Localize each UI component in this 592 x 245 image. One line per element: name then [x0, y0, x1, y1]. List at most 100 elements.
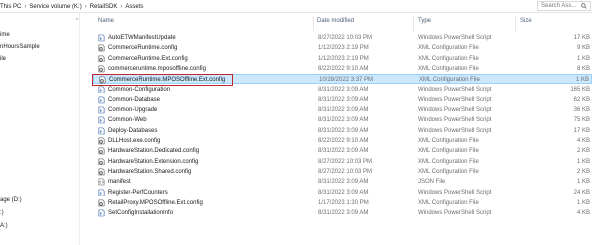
file-name-cell[interactable]: manifest [98, 178, 131, 186]
config-icon [98, 199, 105, 207]
navigation-pane[interactable]: ime nHoursSample ile age (D:) :) A:) [0, 13, 80, 245]
file-name-cell[interactable]: HardwareStation.Dedicated.config [98, 147, 199, 155]
file-name-cell[interactable]: commerceruntime.mposoffline.config [98, 65, 206, 73]
nav-item[interactable]: ile [0, 56, 6, 62]
column-header-size[interactable]: Size [520, 18, 532, 30]
chevron-right-icon[interactable]: › [24, 4, 26, 10]
file-name-cell[interactable]: Common-Upgrade [98, 106, 157, 114]
file-row[interactable]: CommerceRuntime.Ext.config 1/12/2023 2:19… [93, 54, 592, 64]
file-name[interactable]: Common-Web [108, 116, 147, 124]
column-header-name[interactable]: Name [98, 18, 114, 30]
nav-item[interactable]: :) [0, 210, 4, 216]
breadcrumb-this-pc[interactable]: This PC [0, 4, 21, 10]
file-name-cell[interactable]: CommerceRuntime.Ext.config [98, 55, 188, 63]
column-divider[interactable] [413, 17, 414, 31]
file-row[interactable]: AutoETWManifestUpdate 8/27/2022 10:03 PM W… [93, 33, 592, 43]
file-name[interactable]: Common-Configuration [108, 86, 170, 94]
file-row[interactable]: DLLHost.exe.config 8/22/2022 9:10 AM XML C… [93, 136, 592, 146]
nav-item[interactable]: A:) [0, 223, 8, 229]
file-date: 8/31/2022 3:09 AM [318, 148, 369, 155]
file-name-cell[interactable]: HardwareStation.Extension.config [98, 158, 198, 166]
file-name-cell[interactable]: Common-Configuration [98, 86, 170, 94]
file-date: 8/27/2022 10:03 PM [318, 158, 373, 165]
chevron-right-icon[interactable]: › [120, 4, 122, 10]
file-type: XML Configuration File [418, 158, 479, 165]
file-row-selected[interactable]: CommerceRuntime.MPOSOffline.Ext.config 10… [93, 74, 592, 85]
file-date: 1/12/2023 2:19 PM [318, 55, 369, 62]
file-name-cell[interactable]: CommerceRuntime.config [98, 44, 177, 52]
config-icon [98, 137, 105, 145]
file-name[interactable]: Common-Upgrade [108, 106, 157, 114]
file-name[interactable]: CommerceRuntime.config [108, 44, 177, 52]
file-row[interactable]: CommerceRuntime.config 1/12/2023 2:19 PM X… [93, 43, 592, 53]
chevron-up-icon[interactable] [75, 17, 79, 21]
search-box[interactable]: Search Ass... [537, 1, 591, 11]
file-type: Windows PowerShell Script [418, 117, 492, 124]
file-row[interactable]: HardwareStation.Extension.config 8/27/202… [93, 157, 592, 167]
file-name-cell[interactable]: AutoETWManifestUpdate [98, 34, 176, 42]
file-name[interactable]: Common-Database [108, 96, 160, 104]
file-row[interactable]: Common-Database 8/31/2022 3:09 AM Windows … [93, 95, 592, 105]
breadcrumb-assets[interactable]: Assets [125, 4, 143, 10]
file-name-cell[interactable]: HardwareStation.Shared.config [98, 168, 191, 176]
file-date: 8/31/2022 3:09 AM [318, 117, 369, 124]
chevron-right-icon[interactable]: › [85, 4, 87, 10]
file-name[interactable]: CommerceRuntime.MPOSOffline.Ext.config [109, 76, 225, 84]
file-name[interactable]: HardwareStation.Dedicated.config [108, 147, 199, 155]
file-name-cell[interactable]: CommerceRuntime.MPOSOffline.Ext.config [99, 76, 225, 84]
file-name[interactable]: AutoETWManifestUpdate [108, 34, 176, 42]
search-input[interactable]: Search Ass... [541, 3, 576, 9]
breadcrumb-service-volume[interactable]: Service volume (K:) [29, 4, 81, 10]
column-header-date[interactable]: Date modified [317, 18, 354, 30]
file-name[interactable]: SetConfigInstallationInfo [108, 209, 173, 217]
file-name[interactable]: Deploy-Databases [108, 127, 157, 135]
file-row[interactable]: Register-PerfCounters 8/31/2022 3:09 AM Wi… [93, 188, 592, 198]
file-type: XML Configuration File [418, 55, 479, 62]
nav-item[interactable]: age (D:) [0, 197, 22, 203]
file-row[interactable]: commerceruntime.mposoffline.config 8/22/2… [93, 64, 592, 74]
column-divider[interactable] [313, 17, 314, 31]
nav-item[interactable]: nHoursSample [0, 44, 40, 50]
file-row[interactable]: Common-Upgrade 8/31/2022 3:09 AM Windows P… [93, 105, 592, 115]
file-name-cell[interactable]: SetConfigInstallationInfo [98, 209, 173, 217]
file-row[interactable]: HardwareStation.Shared.config 8/27/2022 1… [93, 167, 592, 177]
file-name[interactable]: HardwareStation.Extension.config [108, 158, 198, 166]
column-header-type[interactable]: Type [418, 18, 431, 30]
file-name[interactable]: manifest [108, 178, 131, 186]
breadcrumb-retailsdk[interactable]: RetailSDK [90, 4, 118, 10]
nav-item[interactable]: ime [0, 32, 10, 38]
file-name[interactable]: DLLHost.exe.config [108, 137, 160, 145]
file-row[interactable]: HardwareStation.Dedicated.config 8/31/202… [93, 146, 592, 156]
file-name-cell[interactable]: Common-Web [98, 116, 147, 124]
file-name-cell[interactable]: Register-PerfCounters [98, 189, 168, 197]
file-name[interactable]: CommerceRuntime.Ext.config [108, 55, 188, 63]
address-bar[interactable]: This PC › Service volume (K:) › RetailSD… [0, 0, 592, 13]
powershell-icon [98, 106, 105, 114]
file-name[interactable]: RetailProxy.MPOSOffline.Ext.config [108, 199, 203, 207]
file-name-cell[interactable]: RetailProxy.MPOSOffline.Ext.config [98, 199, 203, 207]
file-name[interactable]: commerceruntime.mposoffline.config [108, 65, 206, 73]
file-row[interactable]: Common-Web 8/31/2022 3:09 AM Windows Power… [93, 115, 592, 125]
file-size: 1 KB [576, 55, 590, 62]
powershell-icon [98, 189, 105, 197]
file-row[interactable]: RetailProxy.MPOSOffline.Ext.config 1/17/2… [93, 198, 592, 208]
file-name[interactable]: Register-PerfCounters [108, 189, 168, 197]
file-date: 8/31/2022 3:09 AM [318, 107, 369, 114]
file-size: 2 KB [576, 168, 590, 175]
file-name-cell[interactable]: Common-Database [98, 96, 160, 104]
file-name[interactable]: HardwareStation.Shared.config [108, 168, 191, 176]
config-icon [98, 55, 105, 63]
file-date: 8/27/2022 10:03 PM [318, 35, 373, 41]
column-divider[interactable] [515, 17, 516, 31]
file-name-cell[interactable]: DLLHost.exe.config [98, 137, 160, 145]
file-row[interactable]: Deploy-Databases 8/31/2022 3:09 AM Windows… [93, 126, 592, 136]
file-row[interactable]: SetConfigInstallationInfo 8/31/2022 3:09 … [93, 208, 592, 218]
file-row[interactable]: manifest 8/31/2022 3:09 AM JSON File 1 KB [93, 177, 592, 187]
file-list[interactable]: Name Date modified Type Size AutoETWMani… [88, 13, 592, 245]
breadcrumb[interactable]: This PC › Service volume (K:) › RetailSD… [0, 2, 143, 11]
powershell-icon [98, 96, 105, 104]
file-row[interactable]: Common-Configuration 8/31/2022 3:09 AM Win… [93, 85, 592, 95]
powershell-icon [98, 209, 105, 217]
file-name-cell[interactable]: Deploy-Databases [98, 127, 157, 135]
search-icon[interactable] [581, 3, 587, 9]
